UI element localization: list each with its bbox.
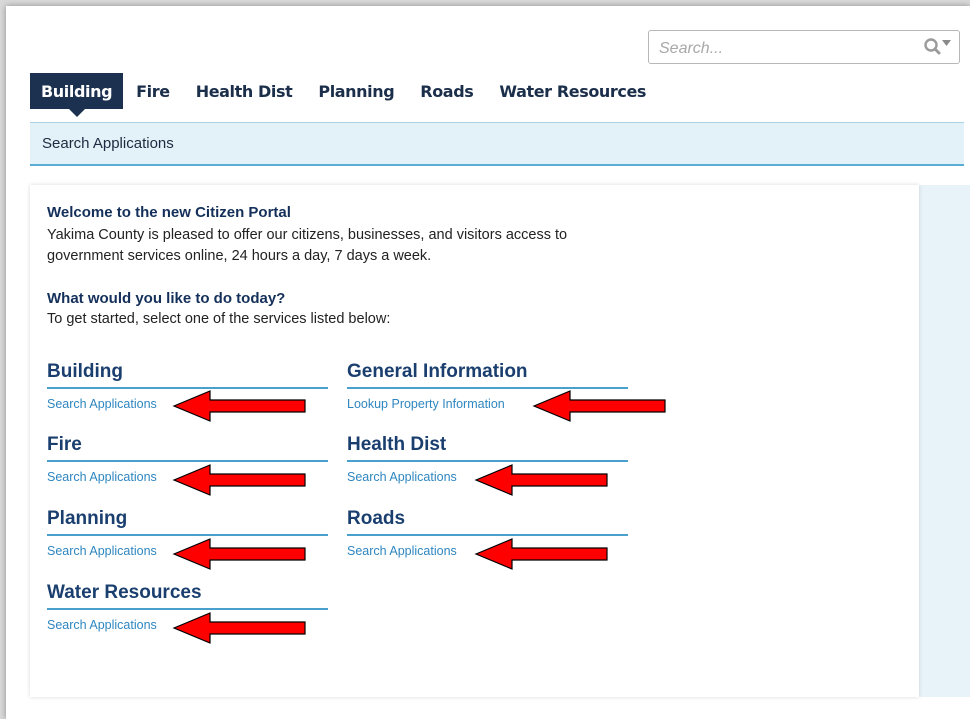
planning-search-applications-link[interactable]: Search Applications — [47, 544, 157, 558]
red-arrow-icon — [172, 538, 306, 570]
search-input[interactable] — [657, 37, 911, 61]
caret-down-icon — [942, 40, 951, 46]
tab-fire[interactable]: Fire — [123, 73, 183, 109]
search-button[interactable] — [923, 37, 953, 57]
welcome-text: Yakima County is pleased to offer our ci… — [47, 225, 637, 267]
service-title: General Information — [347, 361, 628, 389]
service-title: Roads — [347, 508, 628, 536]
health-dist-search-applications-link[interactable]: Search Applications — [347, 470, 457, 484]
fire-search-applications-link[interactable]: Search Applications — [47, 470, 157, 484]
subnav-search-applications[interactable]: Search Applications — [42, 135, 174, 152]
service-title: Fire — [47, 434, 328, 462]
todo-text: To get started, select one of the servic… — [47, 311, 391, 327]
sub-navigation: Search Applications — [30, 122, 964, 166]
tab-roads[interactable]: Roads — [407, 73, 486, 109]
red-arrow-icon — [474, 464, 608, 496]
welcome-line-1: Yakima County is pleased to offer our ci… — [47, 227, 568, 243]
tab-water-resources[interactable]: Water Resources — [486, 73, 659, 109]
welcome-line-2: government services online, 24 hours a d… — [47, 248, 432, 264]
red-arrow-icon — [172, 390, 306, 422]
content-panel: Welcome to the new Citizen Portal Yakima… — [30, 185, 919, 697]
lookup-property-information-link[interactable]: Lookup Property Information — [347, 397, 505, 411]
tab-building[interactable]: Building — [30, 73, 124, 117]
water-resources-search-applications-link[interactable]: Search Applications — [47, 618, 157, 632]
global-search[interactable] — [648, 30, 960, 64]
red-arrow-icon — [172, 612, 306, 644]
roads-search-applications-link[interactable]: Search Applications — [347, 544, 457, 558]
red-arrow-icon — [474, 538, 608, 570]
tab-health-dist[interactable]: Health Dist — [183, 73, 306, 109]
todo-title: What would you like to do today? — [47, 290, 286, 307]
service-title: Building — [47, 361, 328, 389]
search-icon — [924, 38, 951, 55]
welcome-title: Welcome to the new Citizen Portal — [47, 204, 291, 221]
building-search-applications-link[interactable]: Search Applications — [47, 397, 157, 411]
service-title: Planning — [47, 508, 328, 536]
service-title: Water Resources — [47, 582, 328, 610]
red-arrow-icon — [532, 390, 666, 422]
right-sidebar — [919, 185, 970, 697]
tab-planning[interactable]: Planning — [305, 73, 407, 109]
service-title: Health Dist — [347, 434, 628, 462]
red-arrow-icon — [172, 464, 306, 496]
main-tabs: Building Fire Health Dist Planning Roads… — [30, 73, 659, 117]
